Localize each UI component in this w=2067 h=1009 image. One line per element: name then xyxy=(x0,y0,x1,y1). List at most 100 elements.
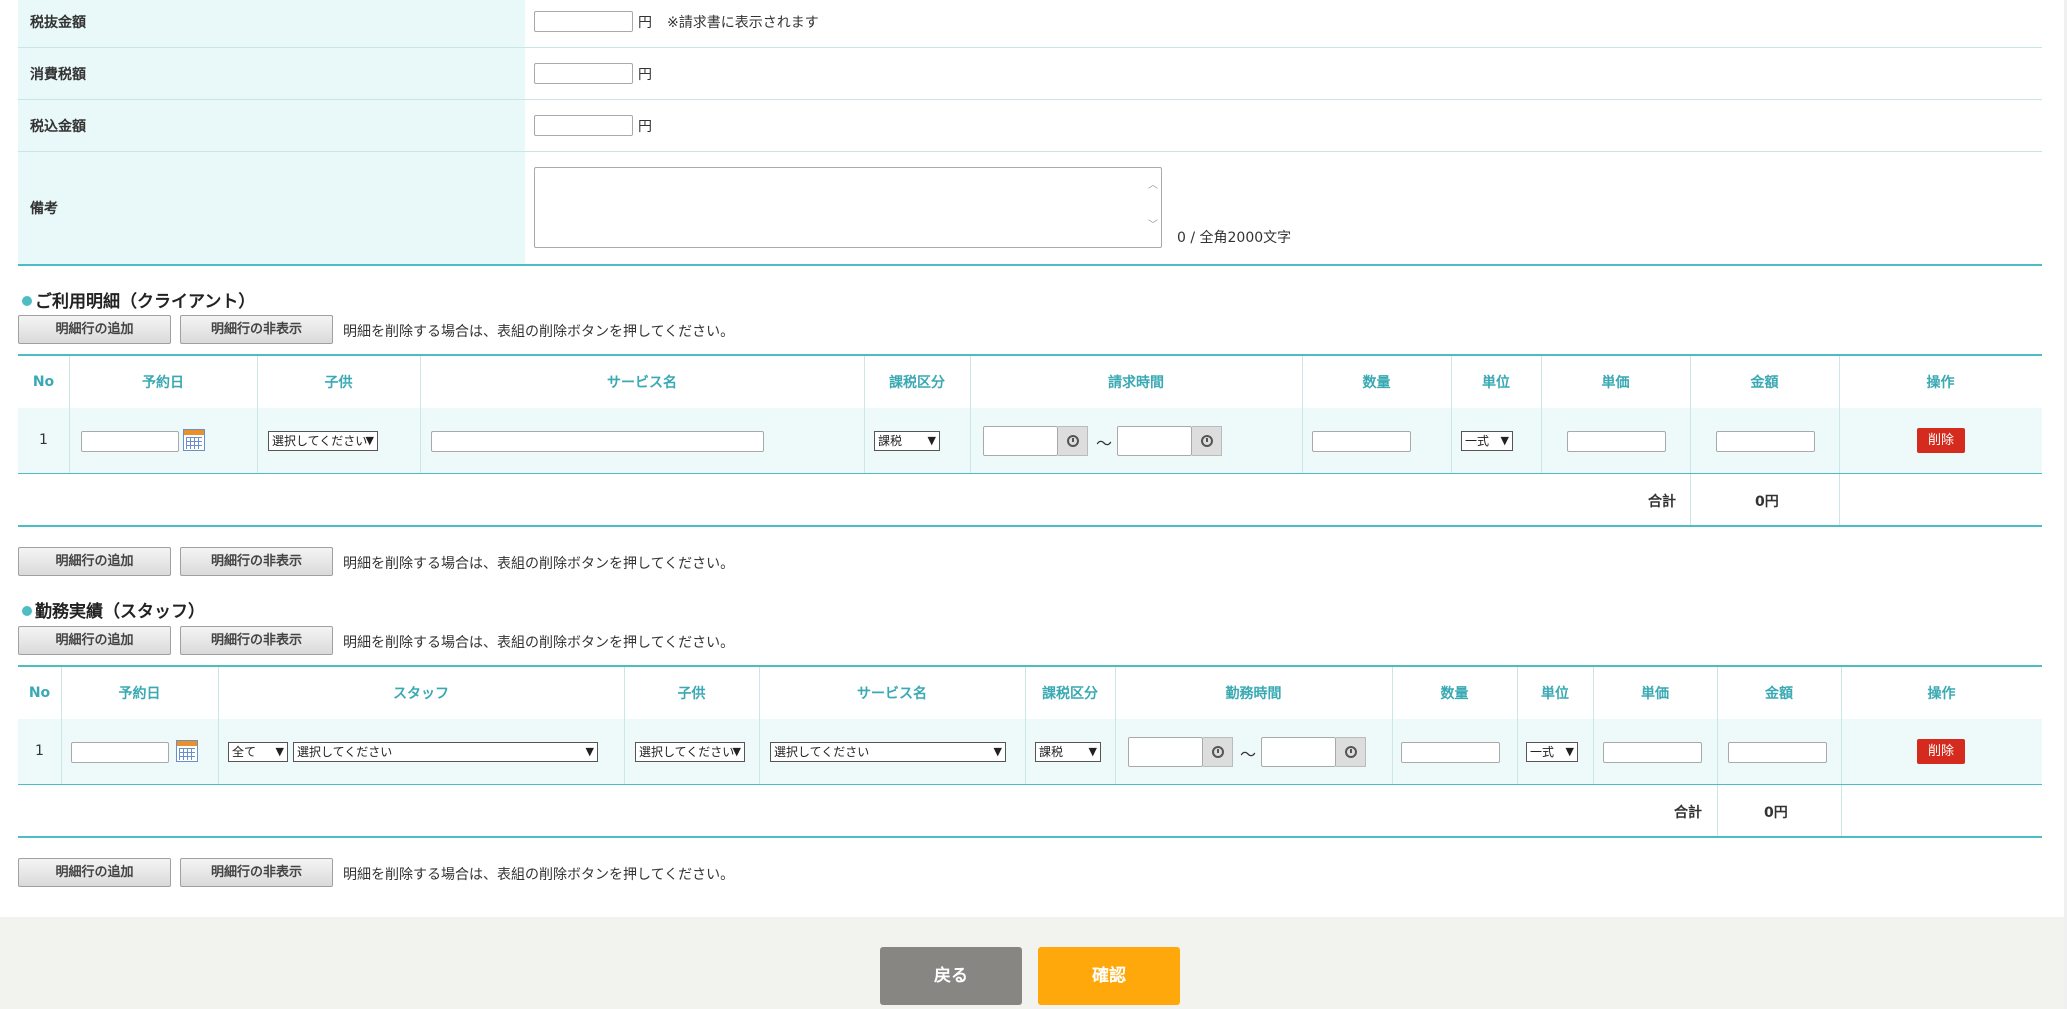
main-content: 税抜金額 円 ※請求書に表示されます 消費税額 円 税込金額 円 備考 ︿ ﹀ … xyxy=(0,0,2067,917)
clock-icon[interactable] xyxy=(1203,737,1233,767)
chevron-down-icon: ▼ xyxy=(1565,745,1574,758)
client-hide-rows-button-bottom[interactable]: 明細行の非表示 xyxy=(180,547,333,576)
client-col-qty: 数量 xyxy=(1362,375,1391,391)
calendar-icon[interactable] xyxy=(183,429,205,451)
client-hide-rows-button-top[interactable]: 明細行の非表示 xyxy=(180,315,333,344)
staff-col-amount: 金額 xyxy=(1765,686,1793,702)
remarks-row: 備考 ︿ ﹀ 0 / 全角2000文字 xyxy=(18,152,2042,266)
remarks-textarea[interactable]: ︿ ﹀ xyxy=(534,167,1162,248)
chevron-down-icon: ▼ xyxy=(365,434,374,447)
staff-service-select[interactable]: 選択してください ▼ xyxy=(770,742,1006,762)
client-add-row-button-top[interactable]: 明細行の追加 xyxy=(18,315,171,344)
staff-time-start-input[interactable] xyxy=(1128,737,1203,767)
client-col-date: 予約日 xyxy=(142,375,184,391)
back-button[interactable]: 戻る xyxy=(880,947,1022,1005)
remarks-counter: 0 / 全角2000文字 xyxy=(1177,230,1292,246)
textarea-scroll-up-icon[interactable]: ︿ xyxy=(1148,176,1158,191)
bullet-dot-icon xyxy=(22,296,32,306)
client-unit-select[interactable]: 一式 ▼ xyxy=(1461,431,1513,451)
staff-add-row-button-top[interactable]: 明細行の追加 xyxy=(18,626,171,655)
tax-excluded-input[interactable] xyxy=(534,11,633,32)
client-tax-select[interactable]: 課税 ▼ xyxy=(874,431,940,451)
clock-icon[interactable] xyxy=(1058,426,1088,456)
client-delete-note-top: 明細を削除する場合は、表組の削除ボタンを押してください。 xyxy=(343,324,735,340)
clock-icon[interactable] xyxy=(1192,426,1222,456)
tax-amount-label: 消費税額 xyxy=(30,67,86,83)
tax-excluded-unit: 円 xyxy=(638,15,652,31)
client-col-unit-price: 単価 xyxy=(1601,375,1630,391)
staff-select[interactable]: 選択してください ▼ xyxy=(293,742,598,762)
staff-unit-price-input[interactable] xyxy=(1603,742,1702,763)
clock-icon[interactable] xyxy=(1336,737,1366,767)
staff-filter-select[interactable]: 全て ▼ xyxy=(228,742,288,762)
chevron-down-icon: ▼ xyxy=(275,745,284,758)
client-col-unit: 単位 xyxy=(1482,375,1510,391)
time-range-separator: 〜 xyxy=(1240,745,1257,764)
staff-col-date: 予約日 xyxy=(118,686,161,702)
client-delete-button[interactable]: 削除 xyxy=(1917,428,1965,453)
client-unit-price-input[interactable] xyxy=(1567,431,1666,452)
client-child-select[interactable]: 選択してください ▼ xyxy=(268,431,378,451)
client-time-start-input[interactable] xyxy=(983,426,1058,456)
client-col-child: 子供 xyxy=(324,375,353,391)
tax-included-row: 税込金額 円 xyxy=(18,100,2042,152)
textarea-scroll-down-icon[interactable]: ﹀ xyxy=(1148,216,1158,231)
staff-section-title: 勤務実績（スタッフ） xyxy=(22,597,205,622)
tax-included-input[interactable] xyxy=(534,115,633,136)
tax-excluded-label: 税抜金額 xyxy=(30,15,86,31)
chevron-down-icon: ▼ xyxy=(993,745,1002,758)
chevron-down-icon: ▼ xyxy=(1088,745,1097,758)
staff-child-select[interactable]: 選択してください ▼ xyxy=(635,742,745,762)
staff-delete-button[interactable]: 削除 xyxy=(1917,739,1965,764)
chevron-down-icon: ▼ xyxy=(585,745,594,758)
calendar-icon[interactable] xyxy=(176,740,198,762)
client-delete-note-bottom: 明細を削除する場合は、表組の削除ボタンを押してください。 xyxy=(343,556,735,572)
tax-amount-unit: 円 xyxy=(638,67,652,83)
client-col-service: サービス名 xyxy=(607,375,677,391)
staff-reservation-date-input[interactable] xyxy=(71,742,169,763)
staff-table-header: No 予約日 スタッフ 子供 サービス名 課税区分 勤務時間 数量 単位 単価 … xyxy=(18,665,2042,721)
staff-col-staff: スタッフ xyxy=(393,686,449,702)
staff-col-child: 子供 xyxy=(677,686,706,702)
tax-amount-row: 消費税額 円 xyxy=(18,48,2042,100)
staff-col-work-time: 勤務時間 xyxy=(1225,686,1282,702)
client-col-amount: 金額 xyxy=(1750,375,1779,391)
client-time-end-input[interactable] xyxy=(1117,426,1192,456)
client-section-title: ご利用明細（クライアント） xyxy=(22,287,255,312)
client-table-header: No 予約日 子供 サービス名 課税区分 請求時間 数量 単位 単価 金額 操作 xyxy=(18,354,2042,410)
staff-col-tax: 課税区分 xyxy=(1042,686,1098,702)
client-quantity-input[interactable] xyxy=(1312,431,1411,452)
staff-hide-rows-button-top[interactable]: 明細行の非表示 xyxy=(180,626,333,655)
client-add-row-button-bottom[interactable]: 明細行の追加 xyxy=(18,547,171,576)
footer-bar xyxy=(0,917,2067,1009)
client-reservation-date-input[interactable] xyxy=(81,431,179,452)
staff-col-qty: 数量 xyxy=(1440,686,1469,702)
staff-hide-rows-button-bottom[interactable]: 明細行の非表示 xyxy=(180,858,333,887)
staff-delete-note-bottom: 明細を削除する場合は、表組の削除ボタンを押してください。 xyxy=(343,867,735,883)
client-col-tax: 課税区分 xyxy=(889,375,945,391)
staff-col-unit-price: 単価 xyxy=(1641,686,1669,702)
time-range-separator: 〜 xyxy=(1096,434,1113,453)
bullet-dot-icon xyxy=(22,606,32,616)
client-total-row: 合計 0円 xyxy=(18,474,2042,527)
client-col-no: No xyxy=(32,374,55,390)
staff-total-value: 0円 xyxy=(1764,805,1788,821)
tax-included-label: 税込金額 xyxy=(30,119,86,135)
staff-quantity-input[interactable] xyxy=(1401,742,1500,763)
staff-amount-input[interactable] xyxy=(1728,742,1827,763)
staff-add-row-button-bottom[interactable]: 明細行の追加 xyxy=(18,858,171,887)
tax-amount-input[interactable] xyxy=(534,63,633,84)
staff-total-row: 合計 0円 xyxy=(18,785,2042,838)
client-amount-input[interactable] xyxy=(1716,431,1815,452)
chevron-down-icon: ▼ xyxy=(927,434,936,447)
staff-total-label: 合計 xyxy=(1674,805,1702,821)
client-service-name-input[interactable] xyxy=(431,431,764,452)
staff-tax-select[interactable]: 課税 ▼ xyxy=(1035,742,1101,762)
tax-excluded-note: ※請求書に表示されます xyxy=(667,15,819,31)
staff-time-end-input[interactable] xyxy=(1261,737,1336,767)
staff-col-service: サービス名 xyxy=(857,686,927,702)
confirm-button[interactable]: 確認 xyxy=(1038,947,1180,1005)
staff-col-action: 操作 xyxy=(1927,686,1956,702)
staff-row-number: 1 xyxy=(35,743,44,759)
staff-unit-select[interactable]: 一式 ▼ xyxy=(1526,742,1578,762)
